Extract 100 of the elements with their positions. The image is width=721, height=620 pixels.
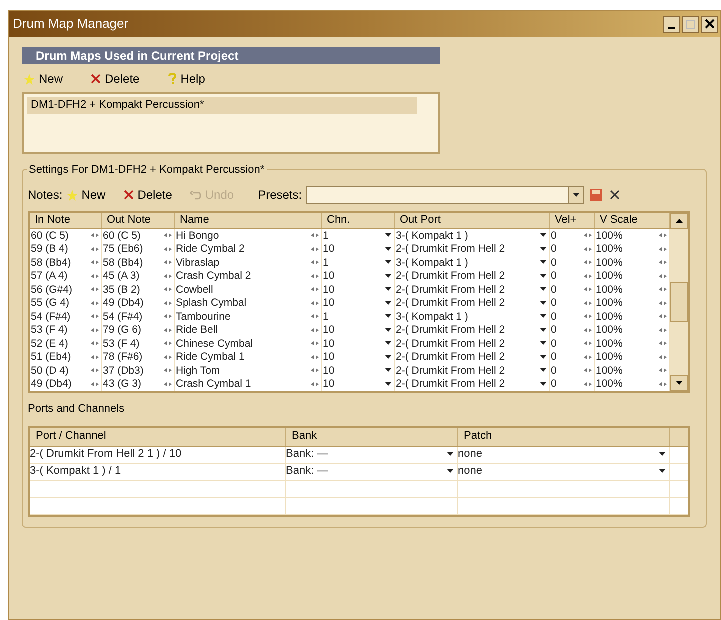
new-button[interactable]: New <box>66 186 106 204</box>
spin-arrows-icon[interactable] <box>584 260 592 266</box>
spin-arrows-icon[interactable] <box>91 274 99 279</box>
dropdown-caret-icon[interactable] <box>385 382 392 387</box>
spin-arrows-icon[interactable] <box>584 382 592 387</box>
help-button[interactable]: Help <box>168 70 206 88</box>
spin-arrows-icon[interactable] <box>584 246 592 252</box>
spin-arrows-icon[interactable] <box>91 314 99 320</box>
spin-arrows-icon[interactable] <box>584 287 592 292</box>
spin-arrows-icon[interactable] <box>584 274 592 279</box>
spin-arrows-icon[interactable] <box>311 368 319 374</box>
dropdown-caret-icon[interactable] <box>540 287 547 292</box>
spin-arrows-icon[interactable] <box>584 368 592 374</box>
spin-arrows-icon[interactable] <box>164 314 172 320</box>
dropdown-caret-icon[interactable] <box>572 192 580 198</box>
dropdown-caret-icon[interactable] <box>385 233 392 238</box>
scroll-up-icon[interactable] <box>676 219 682 223</box>
dropdown-caret-icon[interactable] <box>540 328 547 333</box>
spin-arrows-icon[interactable] <box>659 260 667 266</box>
dropdown-caret-icon[interactable] <box>540 354 547 360</box>
dropdown-caret-icon[interactable] <box>659 452 666 457</box>
spin-arrows-icon[interactable] <box>91 382 99 387</box>
spin-arrows-icon[interactable] <box>311 341 319 346</box>
spin-arrows-icon[interactable] <box>91 354 99 360</box>
spin-arrows-icon[interactable] <box>584 300 592 306</box>
spin-arrows-icon[interactable] <box>164 328 172 333</box>
dropdown-caret-icon[interactable] <box>385 314 392 320</box>
dropdown-caret-icon[interactable] <box>540 274 547 279</box>
column-header[interactable]: Bank <box>286 428 458 446</box>
dropdown-caret-icon[interactable] <box>659 469 666 474</box>
spin-arrows-icon[interactable] <box>659 354 667 360</box>
column-header[interactable]: Out Port <box>395 213 550 228</box>
spin-arrows-icon[interactable] <box>91 246 99 252</box>
spin-arrows-icon[interactable] <box>164 274 172 279</box>
column-header[interactable]: Vel+ <box>550 213 595 228</box>
spin-arrows-icon[interactable] <box>164 287 172 292</box>
dropdown-caret-icon[interactable] <box>385 328 392 333</box>
scroll-down-icon[interactable] <box>676 381 682 385</box>
column-header[interactable]: Name <box>175 213 322 228</box>
spin-arrows-icon[interactable] <box>311 260 319 266</box>
scroll-thumb[interactable] <box>670 282 688 322</box>
delete-button[interactable]: Delete <box>91 70 140 88</box>
dropdown-caret-icon[interactable] <box>385 246 392 252</box>
dropdown-caret-icon[interactable] <box>385 287 392 292</box>
spin-arrows-icon[interactable] <box>91 300 99 306</box>
dropdown-caret-icon[interactable] <box>540 314 547 320</box>
spin-arrows-icon[interactable] <box>164 246 172 252</box>
spin-arrows-icon[interactable] <box>311 287 319 292</box>
spin-arrows-icon[interactable] <box>91 287 99 292</box>
spin-arrows-icon[interactable] <box>659 328 667 333</box>
column-header[interactable]: In Note <box>30 213 102 228</box>
vertical-scrollbar[interactable] <box>670 213 688 391</box>
close-button[interactable] <box>701 16 718 32</box>
spin-arrows-icon[interactable] <box>311 233 319 238</box>
dropdown-caret-icon[interactable] <box>540 382 547 387</box>
spin-arrows-icon[interactable] <box>659 382 667 387</box>
spin-arrows-icon[interactable] <box>659 274 667 279</box>
spin-arrows-icon[interactable] <box>311 328 319 333</box>
column-header[interactable]: Port / Channel <box>30 428 286 446</box>
spin-arrows-icon[interactable] <box>659 287 667 292</box>
spin-arrows-icon[interactable] <box>584 233 592 238</box>
spin-arrows-icon[interactable] <box>164 382 172 387</box>
spin-arrows-icon[interactable] <box>164 368 172 374</box>
dropdown-caret-icon[interactable] <box>540 246 547 252</box>
spin-arrows-icon[interactable] <box>91 341 99 346</box>
spin-arrows-icon[interactable] <box>91 368 99 374</box>
dropdown-caret-icon[interactable] <box>385 260 392 266</box>
dropdown-caret-icon[interactable] <box>447 452 454 457</box>
spin-arrows-icon[interactable] <box>584 314 592 320</box>
spin-arrows-icon[interactable] <box>91 328 99 333</box>
spin-arrows-icon[interactable] <box>164 260 172 266</box>
spin-arrows-icon[interactable] <box>311 382 319 387</box>
spin-arrows-icon[interactable] <box>311 274 319 279</box>
spin-arrows-icon[interactable] <box>311 246 319 252</box>
dropdown-caret-icon[interactable] <box>385 274 392 279</box>
dropdown-caret-icon[interactable] <box>540 341 547 346</box>
spin-arrows-icon[interactable] <box>164 354 172 360</box>
minimize-button[interactable] <box>663 16 680 32</box>
spin-arrows-icon[interactable] <box>91 233 99 238</box>
spin-arrows-icon[interactable] <box>584 328 592 333</box>
drum-map-item[interactable]: DM1-DFH2 + Kompakt Percussion* <box>27 97 417 114</box>
maximize-button[interactable] <box>682 16 699 32</box>
spin-arrows-icon[interactable] <box>311 354 319 360</box>
spin-arrows-icon[interactable] <box>659 300 667 306</box>
spin-arrows-icon[interactable] <box>659 368 667 374</box>
new-button[interactable]: New <box>24 70 64 88</box>
spin-arrows-icon[interactable] <box>164 341 172 346</box>
column-header[interactable]: Patch <box>458 428 670 446</box>
dropdown-caret-icon[interactable] <box>385 368 392 374</box>
dropdown-caret-icon[interactable] <box>540 368 547 374</box>
dropdown-caret-icon[interactable] <box>385 354 392 360</box>
dropdown-caret-icon[interactable] <box>540 233 547 238</box>
spin-arrows-icon[interactable] <box>311 300 319 306</box>
delete-button[interactable]: Delete <box>124 186 172 204</box>
close-icon[interactable] <box>610 190 620 200</box>
spin-arrows-icon[interactable] <box>164 233 172 238</box>
spin-arrows-icon[interactable] <box>659 314 667 320</box>
dropdown-caret-icon[interactable] <box>540 260 547 266</box>
spin-arrows-icon[interactable] <box>659 246 667 252</box>
spin-arrows-icon[interactable] <box>584 354 592 360</box>
